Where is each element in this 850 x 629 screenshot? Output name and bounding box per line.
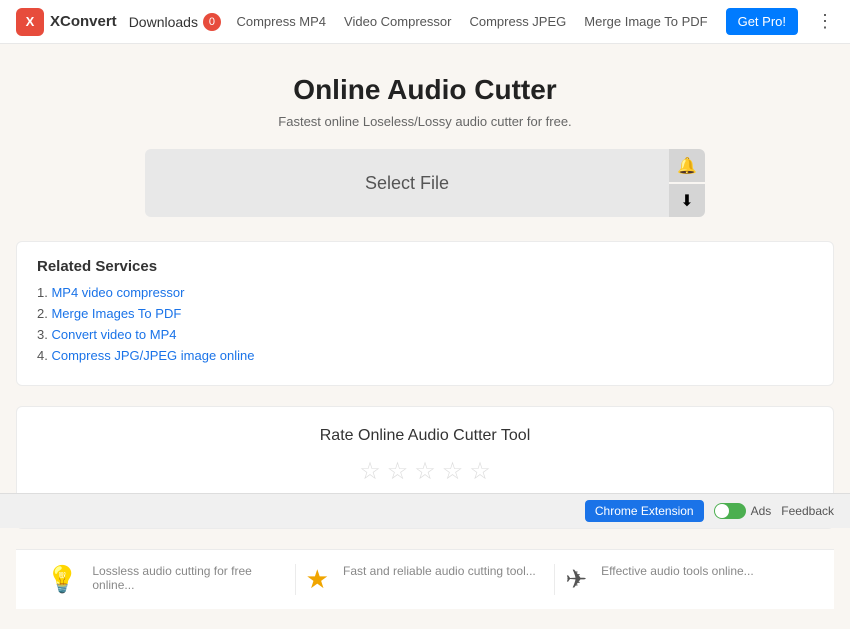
list-item-num: 3. (37, 327, 48, 342)
select-file-label: Select File (365, 173, 449, 194)
more-menu-icon[interactable]: ⋮ (816, 11, 834, 32)
star-1[interactable]: ☆ (359, 457, 381, 486)
select-file-button[interactable]: Select File (145, 149, 669, 217)
ads-toggle: Ads (714, 503, 772, 519)
get-pro-button[interactable]: Get Pro! (726, 8, 798, 35)
toggle-knob (715, 504, 729, 518)
feature-strip: 💡 Lossless audio cutting for free online… (16, 549, 834, 609)
bell-icon: 🔔 (677, 156, 697, 176)
list-item: 1. MP4 video compressor (37, 285, 813, 300)
related-services-list: 1. MP4 video compressor 2. Merge Images … (37, 285, 813, 363)
nav-link-compress-mp4[interactable]: Compress MP4 (236, 14, 326, 29)
upload-bell-button[interactable]: 🔔 (669, 149, 705, 182)
nav-link-video-compressor[interactable]: Video Compressor (344, 14, 451, 29)
upload-area: Select File 🔔 ⬇ (145, 149, 705, 217)
star-3[interactable]: ☆ (414, 457, 436, 486)
nav-link-compress-jpeg[interactable]: Compress JPEG (469, 14, 566, 29)
feature-text-3: Effective audio tools online... (601, 564, 754, 578)
downloads-label: Downloads (129, 14, 198, 30)
list-item: 4. Compress JPG/JPEG image online (37, 348, 813, 363)
ads-label: Ads (751, 504, 772, 518)
nav-link-merge-image-to-pdf[interactable]: Merge Image To PDF (584, 14, 707, 29)
related-link-convert-video[interactable]: Convert video to MP4 (51, 327, 176, 342)
related-link-merge-images[interactable]: Merge Images To PDF (51, 306, 181, 321)
downloads-button[interactable]: Downloads 0 (129, 13, 221, 31)
logo-icon: X (16, 8, 44, 36)
logo-link[interactable]: X XConvert (16, 8, 117, 36)
list-item: 2. Merge Images To PDF (37, 306, 813, 321)
star-rating: ☆ ☆ ☆ ☆ ☆ (37, 457, 813, 486)
chrome-extension-button[interactable]: Chrome Extension (585, 500, 704, 522)
feature-text-1: Lossless audio cutting for free online..… (92, 564, 284, 592)
page-title: Online Audio Cutter (16, 74, 834, 106)
downloads-badge: 0 (203, 13, 221, 31)
lightbulb-icon: 💡 (46, 564, 78, 595)
feature-item-3: ✈ Effective audio tools online... (555, 564, 814, 595)
navbar: X XConvert Downloads 0 Compress MP4 Vide… (0, 0, 850, 44)
main-content: Online Audio Cutter Fastest online Losel… (0, 44, 850, 629)
rating-title: Rate Online Audio Cutter Tool (37, 427, 813, 445)
navbar-left: X XConvert Downloads 0 (16, 8, 221, 36)
related-link-mp4-compressor[interactable]: MP4 video compressor (51, 285, 184, 300)
star-icon: ★ (306, 564, 329, 595)
feature-text-2: Fast and reliable audio cutting tool... (343, 564, 536, 578)
ads-toggle-switch[interactable] (714, 503, 746, 519)
list-item: 3. Convert video to MP4 (37, 327, 813, 342)
related-link-compress-jpg[interactable]: Compress JPG/JPEG image online (51, 348, 254, 363)
star-2[interactable]: ☆ (387, 457, 409, 486)
upload-side-buttons: 🔔 ⬇ (669, 149, 705, 217)
hero-subtitle: Fastest online Loseless/Lossy audio cutt… (16, 114, 834, 129)
list-item-num: 4. (37, 348, 48, 363)
feature-item-1: 💡 Lossless audio cutting for free online… (36, 564, 296, 595)
list-item-num: 1. (37, 285, 48, 300)
navbar-right: Compress MP4 Video Compressor Compress J… (236, 8, 834, 35)
logo-text: XConvert (50, 13, 117, 30)
footer-bar: Chrome Extension Ads Feedback (0, 493, 850, 528)
related-services-title: Related Services (37, 258, 813, 275)
plane-icon: ✈ (565, 564, 587, 595)
star-5[interactable]: ☆ (469, 457, 491, 486)
upload-download-button[interactable]: ⬇ (669, 184, 705, 217)
download-icon: ⬇ (680, 191, 693, 211)
feedback-button[interactable]: Feedback (781, 504, 834, 518)
hero-section: Online Audio Cutter Fastest online Losel… (16, 74, 834, 129)
list-item-num: 2. (37, 306, 48, 321)
related-services-section: Related Services 1. MP4 video compressor… (16, 241, 834, 386)
star-4[interactable]: ☆ (442, 457, 464, 486)
feature-item-2: ★ Fast and reliable audio cutting tool..… (296, 564, 556, 595)
